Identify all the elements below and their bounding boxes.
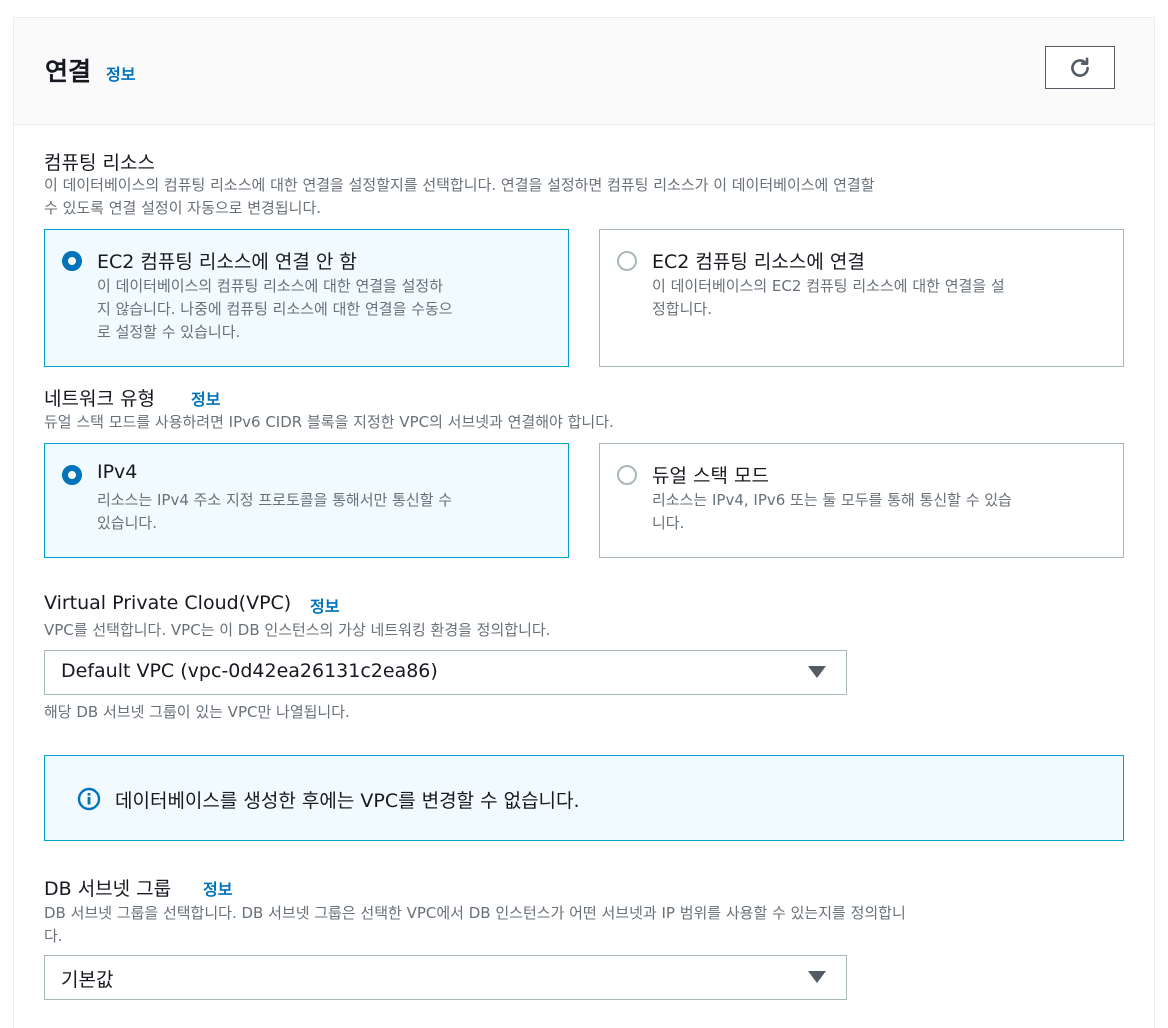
caret-down-icon xyxy=(808,666,826,678)
tile-desc-line: 있습니다. xyxy=(97,514,157,532)
tile-title: 듀얼 스택 모드 xyxy=(652,465,769,487)
vpc-desc: VPC를 선택합니다. VPC는 이 DB 인스턴스의 가상 네트워킹 환경을 … xyxy=(44,621,551,639)
alert-text: 데이터베이스를 생성한 후에는 VPC를 변경할 수 없습니다. xyxy=(115,790,580,812)
tile-desc-line: 이 데이터베이스의 컴퓨팅 리소스에 대한 연결을 설정하 xyxy=(97,277,444,295)
tile-desc-line: 이 데이터베이스의 EC2 컴퓨팅 리소스에 대한 연결을 설 xyxy=(652,277,1005,295)
radio-no-ec2-connection[interactable] xyxy=(62,251,82,271)
subnet-info-link[interactable]: 정보 xyxy=(203,876,232,900)
caret-down-icon xyxy=(808,971,826,983)
tile-desc-line: 정합니다. xyxy=(652,300,712,318)
tile-desc-line: 로 설정할 수 있습니다. xyxy=(97,323,241,341)
tile-desc: 리소스는 IPv4, IPv6 또는 둘 모두를 통해 통신할 수 있습 니다. xyxy=(652,489,1012,535)
tile-dual-stack[interactable]: 듀얼 스택 모드 리소스는 IPv4, IPv6 또는 둘 모두를 통해 통신할… xyxy=(599,443,1124,558)
panel-title: 연결 xyxy=(45,57,92,86)
tile-title: EC2 컴퓨팅 리소스에 연결 xyxy=(652,251,865,273)
radio-dual-stack[interactable] xyxy=(617,465,637,485)
network-info-link[interactable]: 정보 xyxy=(191,386,220,410)
refresh-button[interactable] xyxy=(1045,46,1115,89)
subnet-group-select[interactable]: 기본값 xyxy=(44,955,847,1000)
subnet-label: DB 서브넷 그룹 xyxy=(44,878,172,900)
refresh-icon xyxy=(1071,56,1089,77)
vpc-select-value: Default VPC (vpc-0d42ea26131c2ea86) xyxy=(61,660,438,682)
tile-ipv4[interactable]: IPv4 리소스는 IPv4 주소 지정 프로토콜을 통해서만 통신할 수 있습… xyxy=(44,443,569,558)
vpc-label: Virtual Private Cloud(VPC) xyxy=(44,592,292,614)
tile-desc: 리소스는 IPv4 주소 지정 프로토콜을 통해서만 통신할 수 있습니다. xyxy=(97,489,452,535)
tile-ec2-connection[interactable]: EC2 컴퓨팅 리소스에 연결 이 데이터베이스의 EC2 컴퓨팅 리소스에 대… xyxy=(599,229,1124,367)
tile-desc: 이 데이터베이스의 EC2 컴퓨팅 리소스에 대한 연결을 설 정합니다. xyxy=(652,275,1005,321)
tile-desc-line: 지 않습니다. 나중에 컴퓨팅 리소스에 대한 연결을 수동으 xyxy=(97,300,453,318)
tile-desc-line: 리소스는 IPv4 주소 지정 프로토콜을 통해서만 통신할 수 xyxy=(97,491,453,509)
compute-desc-line1: 이 데이터베이스의 컴퓨팅 리소스에 대한 연결을 설정할지를 선택합니다. 연… xyxy=(44,176,875,194)
subnet-desc-line2: 다. xyxy=(44,927,63,945)
network-desc: 듀얼 스택 모드를 사용하려면 IPv6 CIDR 블록을 지정한 VPC의 서… xyxy=(44,413,614,431)
tile-title: EC2 컴퓨팅 리소스에 연결 안 함 xyxy=(97,251,357,273)
vpc-info-alert: 데이터베이스를 생성한 후에는 VPC를 변경할 수 없습니다. xyxy=(44,755,1124,841)
tile-desc: 이 데이터베이스의 컴퓨팅 리소스에 대한 연결을 설정하 지 않습니다. 나중… xyxy=(97,275,453,344)
vpc-info-link[interactable]: 정보 xyxy=(310,593,339,617)
vpc-hint: 해당 DB 서브넷 그룹이 있는 VPC만 나열됩니다. xyxy=(44,703,350,721)
vpc-select[interactable]: Default VPC (vpc-0d42ea26131c2ea86) xyxy=(44,650,847,695)
radio-ec2-connection[interactable] xyxy=(617,251,637,271)
subnet-desc-line1: DB 서브넷 그룹을 선택합니다. DB 서브넷 그룹은 선택한 VPC에서 D… xyxy=(44,904,906,922)
network-label: 네트워크 유형 xyxy=(44,388,155,410)
info-circle-icon xyxy=(77,787,101,811)
tile-desc-line: 니다. xyxy=(652,514,685,532)
tile-title: IPv4 xyxy=(97,461,138,483)
compute-desc-line2: 수 있도록 연결 설정이 자동으로 변경됩니다. xyxy=(44,199,322,217)
panel-header: 연결 정보 xyxy=(14,18,1154,125)
subnet-select-value: 기본값 xyxy=(61,969,114,991)
title-info-link[interactable]: 정보 xyxy=(106,61,135,85)
radio-ipv4[interactable] xyxy=(62,465,82,485)
compute-label: 컴퓨팅 리소스 xyxy=(44,152,155,174)
tile-desc-line: 리소스는 IPv4, IPv6 또는 둘 모두를 통해 통신할 수 있습 xyxy=(652,491,1012,509)
tile-no-ec2-connection[interactable]: EC2 컴퓨팅 리소스에 연결 안 함 이 데이터베이스의 컴퓨팅 리소스에 대… xyxy=(44,229,569,367)
